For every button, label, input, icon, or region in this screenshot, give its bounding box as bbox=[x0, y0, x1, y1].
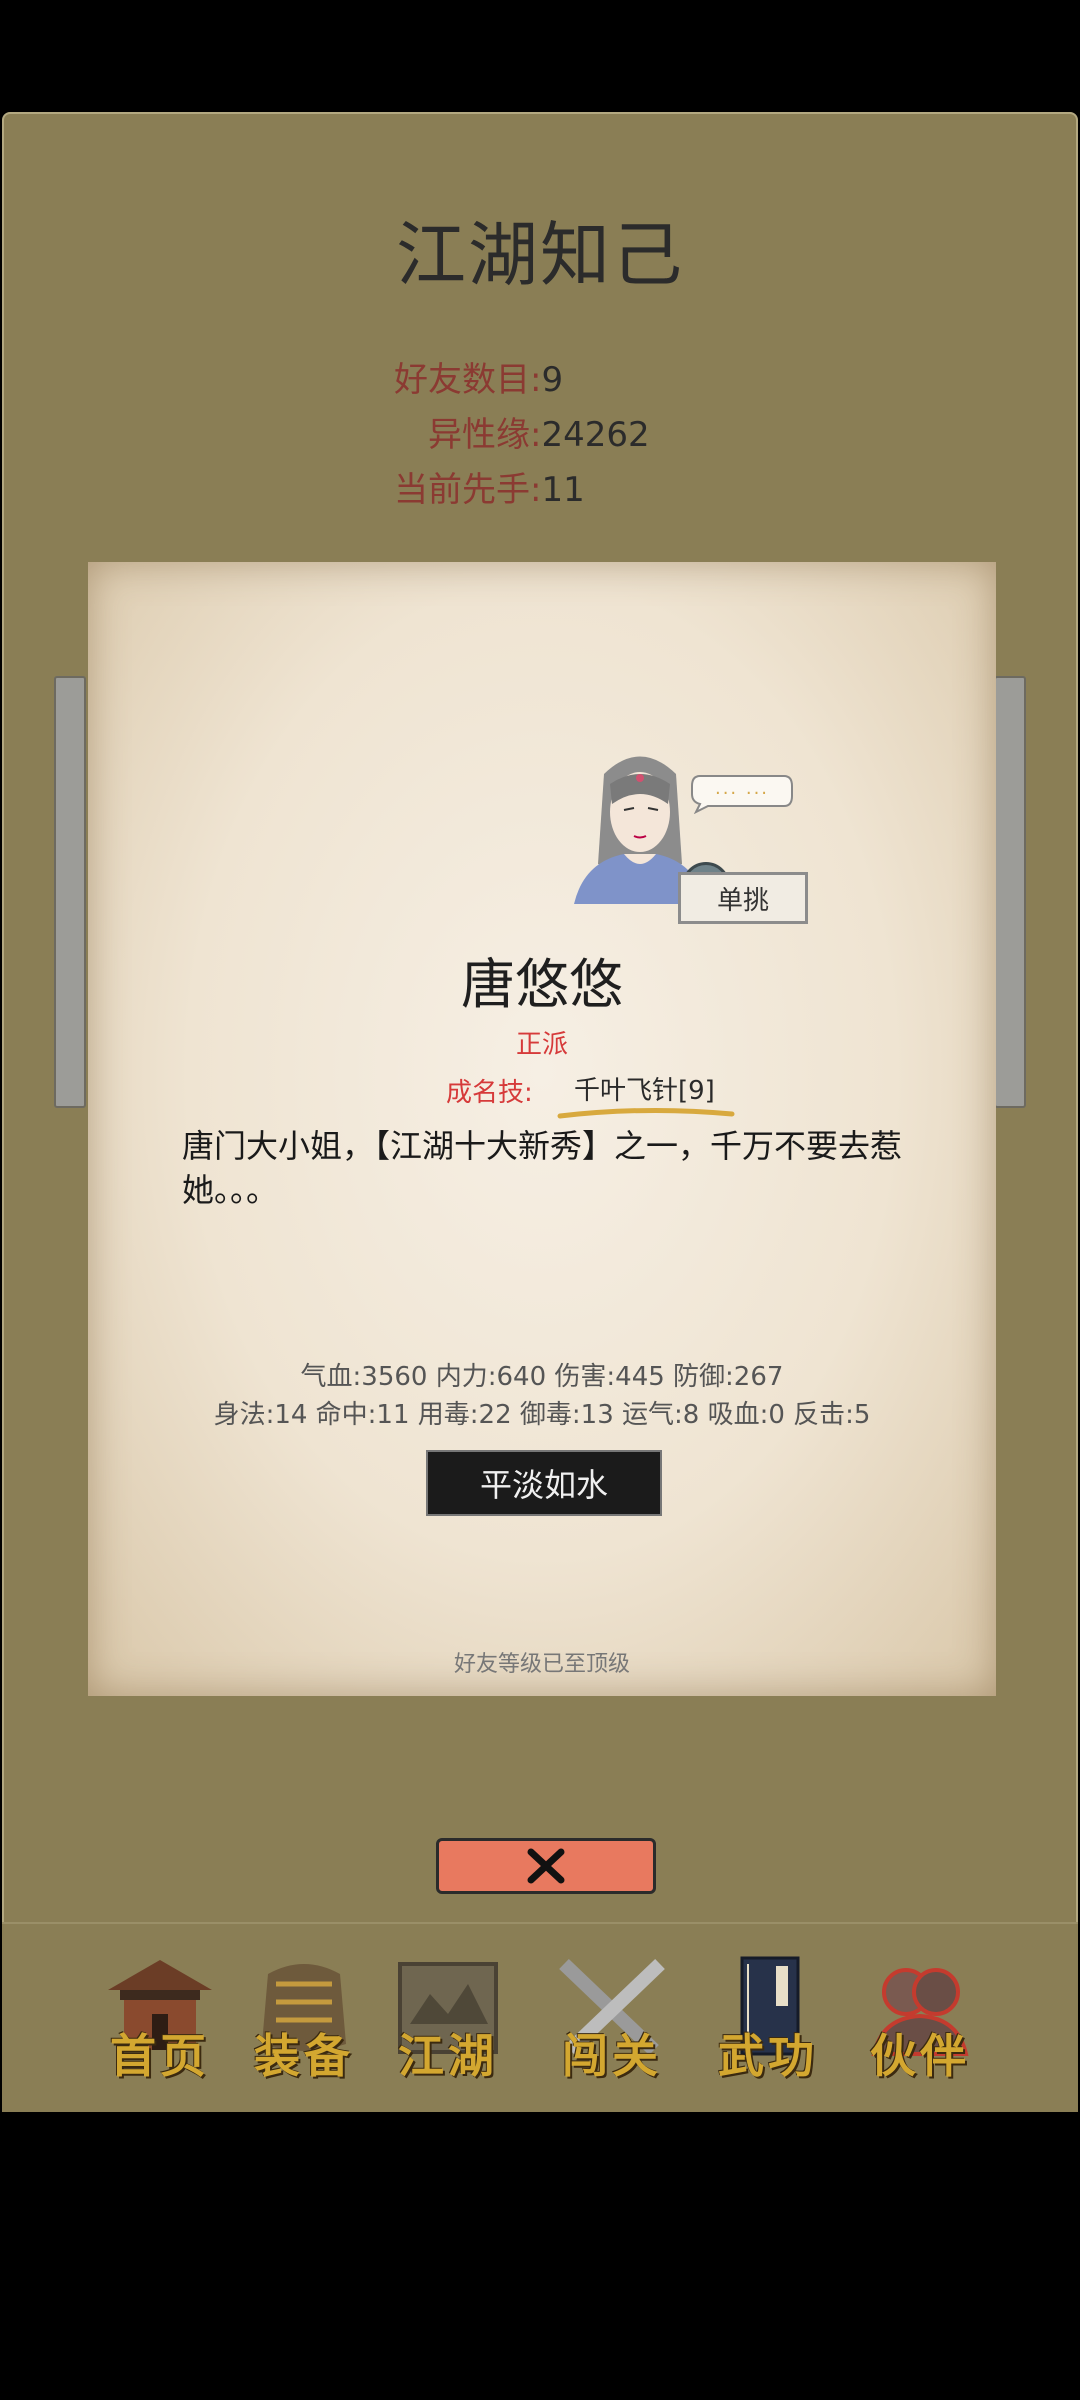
initiative-value: 11 bbox=[541, 470, 585, 510]
nav-item-equipment[interactable]: 装备 bbox=[236, 1954, 372, 2090]
friend-count-label: 好友数目: bbox=[394, 360, 542, 400]
skill-underline bbox=[557, 1107, 735, 1119]
friend-count: 好友数目:9 bbox=[394, 352, 563, 401]
nav-item-home[interactable]: 首页 bbox=[92, 1954, 228, 2090]
close-button[interactable] bbox=[436, 1838, 656, 1894]
x-icon bbox=[527, 1848, 565, 1884]
combat-stats-line1: 气血:3560 内力:640 伤害:445 防御:267 bbox=[300, 1362, 784, 1392]
signature-skill-label: 成名技: bbox=[446, 1078, 533, 1108]
combat-stats-line2: 身法:14 命中:11 用毒:22 御毒:13 运气:8 吸血:0 反击:5 bbox=[213, 1400, 871, 1430]
initiative-label: 当前先手: bbox=[394, 470, 542, 510]
page-title: 江湖知己 bbox=[396, 214, 684, 296]
nav-label-equipment: 装备 bbox=[254, 2029, 354, 2083]
character-card: 50 ... ... 单挑 唐悠悠 正派 成名技: 千叶飞针[9] 唐门大小姐，… bbox=[88, 562, 996, 1696]
nav-item-challenge[interactable]: 闯关 bbox=[544, 1954, 680, 2090]
nav-item-jianghu[interactable]: 江湖 bbox=[380, 1954, 516, 2090]
game-window: 江湖知己 好友数目:9 异性缘:24262 当前先手:11 50 ... ...… bbox=[2, 112, 1078, 2112]
affinity: 异性缘:24262 bbox=[428, 407, 650, 456]
signature-skill-value[interactable]: 千叶飞针[9] bbox=[574, 1070, 715, 1107]
friend-count-value: 9 bbox=[541, 360, 564, 400]
relationship-status-button[interactable]: 平淡如水 bbox=[426, 1450, 662, 1516]
affinity-value: 24262 bbox=[541, 415, 650, 455]
nav-label-martial-arts: 武功 bbox=[718, 2029, 818, 2083]
nav-item-partners[interactable]: 伙伴 bbox=[852, 1954, 988, 2090]
max-level-note: 好友等级已至顶级 bbox=[453, 1652, 630, 1677]
nav-label-jianghu: 江湖 bbox=[398, 2029, 498, 2083]
left-side-panel bbox=[54, 676, 86, 1108]
nav-item-martial-arts[interactable]: 武功 bbox=[700, 1954, 836, 2090]
initiative: 当前先手:11 bbox=[394, 462, 585, 511]
character-faction: 正派 bbox=[515, 1030, 568, 1060]
nav-label-partners: 伙伴 bbox=[870, 2029, 970, 2083]
character-description: 唐门大小姐，【江湖十大新秀】之一，千万不要去惹她。。。 bbox=[182, 1127, 903, 1209]
bottom-nav: 首页 装备 江湖 闯关 武功 伙伴 bbox=[2, 1922, 1078, 2112]
affinity-label: 异性缘: bbox=[428, 415, 542, 455]
speech-bubble[interactable] bbox=[688, 772, 796, 814]
duel-button[interactable]: 单挑 bbox=[678, 872, 808, 924]
nav-label-home: 首页 bbox=[110, 2029, 210, 2083]
right-side-panel bbox=[994, 676, 1026, 1108]
character-name: 唐悠悠 bbox=[461, 953, 623, 1016]
nav-label-challenge: 闯关 bbox=[562, 2029, 662, 2083]
